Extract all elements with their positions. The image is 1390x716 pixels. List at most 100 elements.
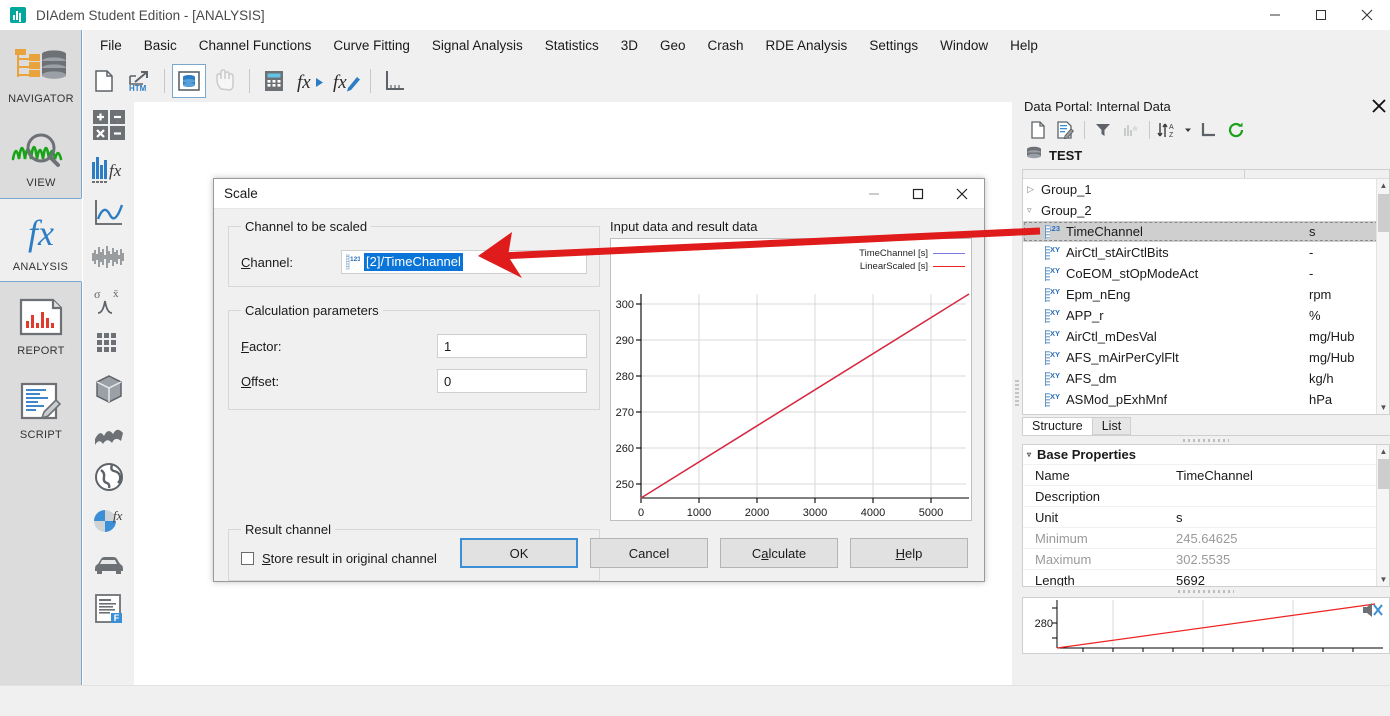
property-row-name[interactable]: Name TimeChannel — [1023, 464, 1389, 485]
sidebar-item-analysis[interactable]: fx ANALYSIS — [0, 198, 82, 282]
window-maximize-button[interactable] — [1298, 0, 1344, 30]
svg-text:Z: Z — [1169, 132, 1174, 138]
filter-icon[interactable] — [1090, 118, 1116, 142]
tree-channel-row[interactable]: XY APP_r % — [1023, 305, 1389, 326]
chevron-down-icon[interactable]: ▿ — [1027, 205, 1041, 216]
channel-tree[interactable]: ▷ Group_1 ▿ Group_2 123 TimeChannel s XY… — [1022, 169, 1390, 415]
panel-resize-grip[interactable] — [1022, 436, 1390, 444]
sidebar-item-view[interactable]: VIEW — [0, 114, 82, 198]
cancel-button[interactable]: Cancel — [590, 538, 708, 568]
refresh-icon[interactable] — [1223, 118, 1249, 142]
property-row-minimum: Minimum 245.64625 — [1023, 527, 1389, 548]
ok-button[interactable]: OK — [460, 538, 578, 568]
menu-crash[interactable]: Crash — [697, 34, 755, 57]
menu-3d[interactable]: 3D — [610, 34, 649, 57]
channel-input[interactable]: 123 [2]/TimeChannel — [341, 250, 587, 274]
scroll-down-icon[interactable]: ▼ — [1377, 573, 1389, 586]
matrix-icon[interactable] — [87, 324, 131, 365]
menu-signal-analysis[interactable]: Signal Analysis — [421, 34, 534, 57]
scrollbar-thumb[interactable] — [1378, 194, 1389, 232]
window-title: DIAdem Student Edition - [ANALYSIS] — [36, 7, 265, 23]
piechart-fx-icon[interactable]: fx — [87, 500, 131, 541]
menu-rde-analysis[interactable]: RDE Analysis — [755, 34, 859, 57]
menu-window[interactable]: Window — [929, 34, 999, 57]
tree-channel-row[interactable]: XY AirCtl_stAirCtlBits - — [1023, 242, 1389, 263]
menu-basic[interactable]: Basic — [133, 34, 188, 57]
signal-analysis-icon[interactable] — [87, 236, 131, 277]
chevron-right-icon[interactable]: ▷ — [1027, 184, 1041, 195]
help-button[interactable]: Help — [850, 538, 968, 568]
sidebar-item-navigator[interactable]: NAVIGATOR — [0, 30, 82, 114]
dialog-maximize-button[interactable] — [896, 179, 940, 208]
properties-scrollbar[interactable]: ▲ ▼ — [1376, 445, 1389, 586]
menu-statistics[interactable]: Statistics — [534, 34, 610, 57]
scroll-up-icon[interactable]: ▲ — [1377, 179, 1389, 192]
calculator-icon[interactable] — [257, 64, 291, 98]
run-formula-icon[interactable]: fx — [293, 64, 327, 98]
chevron-down-icon[interactable]: ▿ — [1027, 450, 1031, 459]
tree-channel-row[interactable]: XY AFS_mAirPerCylFlt mg/Hub — [1023, 347, 1389, 368]
menu-help[interactable]: Help — [999, 34, 1049, 57]
tree-channel-row[interactable]: XY AirCtl_mDesVal mg/Hub — [1023, 326, 1389, 347]
rde-report-icon[interactable]: F — [87, 588, 131, 629]
properties-section-header[interactable]: ▿ Base Properties — [1023, 445, 1389, 464]
data-portal-icon[interactable] — [172, 64, 206, 98]
tree-group-row[interactable]: ▷ Group_1 — [1023, 179, 1389, 200]
crash-car-icon[interactable] — [87, 544, 131, 585]
statistics-columns-icon[interactable] — [1118, 118, 1144, 142]
edit-formula-icon[interactable]: fx — [329, 64, 363, 98]
menu-channel-functions[interactable]: Channel Functions — [188, 34, 323, 57]
panel-splitter[interactable] — [1012, 95, 1022, 685]
sidebar-item-report[interactable]: REPORT — [0, 282, 82, 366]
property-row-unit[interactable]: Unit s — [1023, 506, 1389, 527]
sidebar-item-script[interactable]: SCRIPT — [0, 366, 82, 450]
tree-channel-row[interactable]: XY AFS_dm kg/h — [1023, 368, 1389, 389]
tree-channel-row[interactable]: XY CoEOM_stOpModeAct - — [1023, 263, 1389, 284]
factor-input[interactable]: 1 — [437, 334, 587, 358]
scrollbar-thumb[interactable] — [1378, 459, 1389, 489]
panel-resize-grip[interactable] — [1022, 587, 1390, 596]
menu-settings[interactable]: Settings — [858, 34, 929, 57]
tab-list[interactable]: List — [1091, 417, 1132, 435]
export-html-icon[interactable]: HTM — [123, 64, 157, 98]
scroll-down-icon[interactable]: ▼ — [1377, 401, 1389, 414]
tree-channel-row[interactable]: XY Epm_nEng rpm — [1023, 284, 1389, 305]
sort-az-icon[interactable]: A Z — [1155, 118, 1181, 142]
window-close-button[interactable] — [1344, 0, 1390, 30]
expand-structure-icon[interactable] — [1195, 118, 1221, 142]
statistics-icon[interactable]: σ x̄ — [87, 280, 131, 321]
offset-input[interactable]: 0 — [437, 369, 587, 393]
window-minimize-button[interactable] — [1252, 0, 1298, 30]
curve-fitting-icon[interactable] — [87, 192, 131, 233]
tree-group-row[interactable]: ▿ Group_2 — [1023, 200, 1389, 221]
dialog-minimize-button[interactable] — [852, 179, 896, 208]
tree-scrollbar[interactable]: ▲ ▼ — [1376, 179, 1389, 414]
tree-channel-row[interactable]: XY ASMod_pIntMnf hPa — [1023, 410, 1389, 414]
preview-mute-icon[interactable] — [1361, 600, 1385, 623]
ruler-icon[interactable] — [378, 64, 412, 98]
chevron-down-icon[interactable] — [1183, 118, 1193, 142]
tab-structure[interactable]: Structure — [1022, 417, 1093, 435]
new-document-icon[interactable] — [87, 64, 121, 98]
load-dataset-icon[interactable] — [1053, 118, 1079, 142]
menu-curve-fitting[interactable]: Curve Fitting — [322, 34, 421, 57]
property-row-length[interactable]: Length 5692 — [1023, 569, 1389, 586]
calculate-button[interactable]: Ca lculate — [720, 538, 838, 568]
3d-cube-icon[interactable] — [87, 368, 131, 409]
menu-geo[interactable]: Geo — [649, 34, 697, 57]
menu-file[interactable]: File — [89, 34, 133, 57]
arithmetic-icon[interactable] — [87, 104, 131, 145]
property-row-description[interactable]: Description — [1023, 485, 1389, 506]
data-store-row[interactable]: TEST — [1022, 143, 1390, 167]
tree-channel-row[interactable]: XY ASMod_pExhMnf hPa — [1023, 389, 1389, 410]
channel-functions-fx-icon[interactable]: fx — [87, 148, 131, 189]
view-magnifier-icon — [11, 123, 71, 175]
close-icon[interactable] — [1368, 96, 1390, 116]
hand-select-icon[interactable] — [208, 64, 242, 98]
scroll-up-icon[interactable]: ▲ — [1377, 445, 1389, 458]
tree-channel-row-timechannel[interactable]: 123 TimeChannel s — [1023, 221, 1389, 242]
dialog-close-button[interactable] — [940, 179, 984, 208]
globe-icon[interactable] — [87, 456, 131, 497]
new-dataset-icon[interactable] — [1025, 118, 1051, 142]
geo-terrain-icon[interactable] — [87, 412, 131, 453]
